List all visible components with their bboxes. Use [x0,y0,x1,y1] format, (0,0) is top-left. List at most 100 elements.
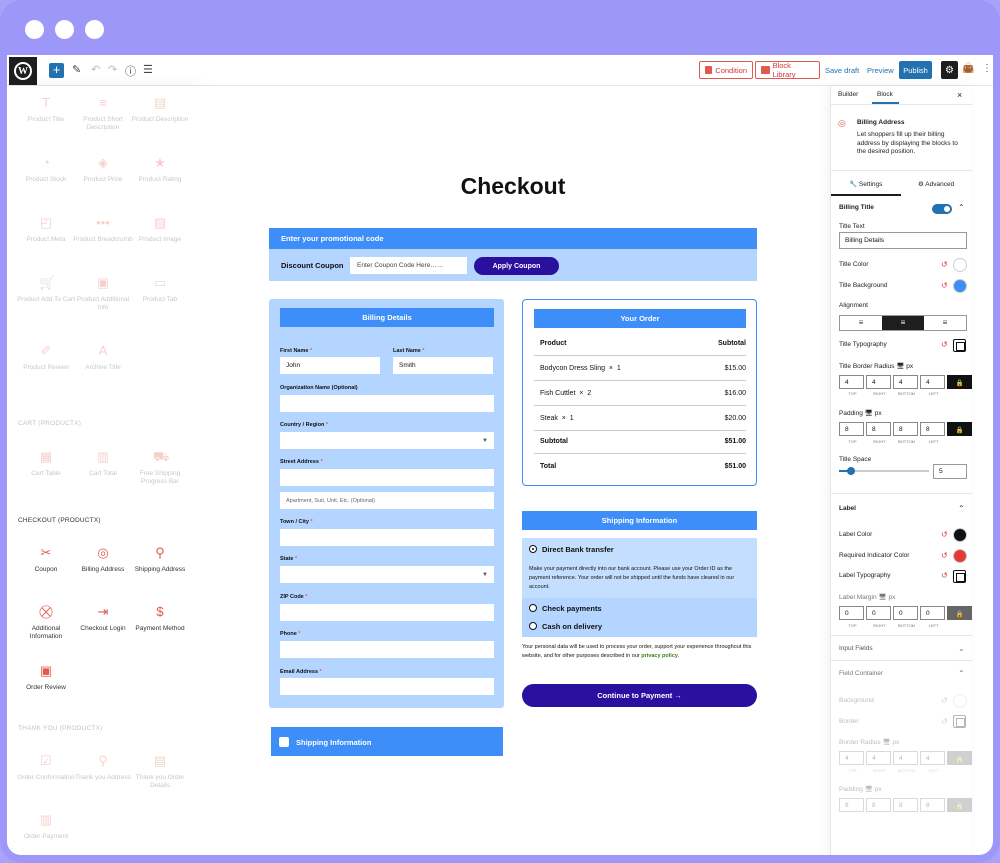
cash-on-delivery-label[interactable]: Cash on delivery [542,622,602,631]
padding-left-input[interactable]: 8 [920,422,945,436]
chevron-up-icon[interactable]: ⌃ [958,504,965,513]
block-product-review[interactable]: ✐ Product Review [16,344,76,372]
p2-right-input[interactable]: 8 [866,798,891,812]
window-dot[interactable] [85,20,104,39]
publish-button[interactable]: Publish [899,61,932,79]
radius-right-input[interactable]: 4 [866,375,891,389]
zip-field[interactable] [280,604,494,621]
title-space-input[interactable]: 5 [933,464,967,479]
br-right-input[interactable]: 4 [866,751,891,765]
block-thank-you-order-details[interactable]: ▤ Thank you Order Details [130,754,190,790]
tab-builder[interactable]: Builder [838,91,858,98]
block-product-meta[interactable]: ◰ Product Meta [16,216,76,244]
radius-bottom-input[interactable]: 4 [893,375,918,389]
block-order-payment[interactable]: ▥ Order Payment [16,813,76,841]
block-product-title[interactable]: T Product Title [16,96,76,124]
reset-icon[interactable]: ↺ [941,717,948,726]
country-select[interactable]: ▼ [280,432,494,449]
reset-icon[interactable]: ↺ [941,281,948,290]
align-right-icon[interactable]: ≡ [924,316,966,330]
title-background-swatch[interactable] [953,279,967,293]
lock-icon[interactable]: 🔒 [947,798,972,812]
block-library-button[interactable]: Block Library [755,61,820,79]
redo-icon[interactable]: ↷ [108,63,117,76]
block-shipping-address[interactable]: ⚲ Shipping Address [130,546,190,574]
close-icon[interactable]: × [957,90,962,100]
br-bottom-input[interactable]: 4 [893,751,918,765]
page-title[interactable]: Checkout [269,173,757,200]
cash-on-delivery-radio[interactable] [529,622,537,630]
check-payments-radio[interactable] [529,604,537,612]
condition-button[interactable]: Condition [699,61,753,79]
input-fields-section[interactable]: Input Fields [839,645,873,652]
org-name-field[interactable] [280,395,494,412]
block-product-rating[interactable]: ★ Product Rating [130,156,190,184]
block-cart-total[interactable]: ▥ Cart Total [73,450,133,478]
block-thank-you-address[interactable]: ⚲ Thank you Address [73,754,133,782]
block-product-add-to-cart[interactable]: 🛒 Product Add To Cart [16,276,76,304]
chevron-down-icon[interactable]: ⌄ [958,644,965,653]
block-order-review[interactable]: ▣ Order Review [16,664,76,692]
coupon-input[interactable]: Enter Coupon Code Here…… [350,257,467,274]
window-dot[interactable] [25,20,44,39]
check-payments-label[interactable]: Check payments [542,604,602,613]
block-payment-method[interactable]: $ Payment Method [130,605,190,633]
lock-icon[interactable]: 🔒 [947,751,972,765]
more-options-icon[interactable]: ⋮ [982,63,992,74]
field-container-section[interactable]: Field Container [839,670,883,677]
lock-icon[interactable]: 🔒 [947,422,972,436]
tab-block[interactable]: Block [877,91,893,98]
chevron-up-icon[interactable]: ⌃ [958,669,965,678]
privacy-policy-link[interactable]: privacy policy [641,653,678,659]
radius-left-input[interactable]: 4 [920,375,945,389]
block-cart-table[interactable]: ▦ Cart Table [16,450,76,478]
label-color-swatch[interactable] [953,528,967,542]
block-product-additional-info[interactable]: ▣ Product Additional Info [73,276,133,312]
bank-transfer-label[interactable]: Direct Bank transfer [542,545,614,554]
block-product-tab[interactable]: ▭ Product Tab [130,276,190,304]
town-field[interactable] [280,529,494,546]
street-field[interactable] [280,469,494,486]
wordpress-logo-icon[interactable]: W [9,57,37,85]
p2-left-input[interactable]: 8 [920,798,945,812]
reset-icon[interactable]: ↺ [941,260,948,269]
padding-top-input[interactable]: 8 [839,422,864,436]
radius-top-input[interactable]: 4 [839,375,864,389]
p2-bottom-input[interactable]: 8 [893,798,918,812]
block-product-price[interactable]: ◈ Product Price [73,156,133,184]
reset-icon[interactable]: ↺ [941,551,948,560]
add-block-button[interactable]: + [49,63,64,78]
shipping-checkbox[interactable] [279,737,289,747]
block-coupon[interactable]: ✂ Coupon [16,546,76,574]
block-product-image[interactable]: ▨ Product Image [130,216,190,244]
typography-settings-icon[interactable] [953,339,966,352]
continue-to-payment-button[interactable]: Continue to Payment → [522,684,757,707]
p2-top-input[interactable]: 8 [839,798,864,812]
br-left-input[interactable]: 4 [920,751,945,765]
list-view-icon[interactable]: ☰ [143,63,153,76]
border-settings-icon[interactable] [953,715,966,728]
align-left-icon[interactable]: ≡ [840,316,882,330]
padding-bottom-input[interactable]: 8 [893,422,918,436]
shipping-information-toggle[interactable]: Shipping Information [271,727,503,756]
reset-icon[interactable]: ↺ [941,530,948,539]
padding-right-input[interactable]: 8 [866,422,891,436]
save-draft-button[interactable]: Save draft [825,66,859,75]
title-color-swatch[interactable] [953,258,967,272]
reset-icon[interactable]: ↺ [941,696,948,705]
margin-top-input[interactable]: 0 [839,606,864,620]
billing-title-toggle[interactable] [932,204,952,214]
block-product-stock[interactable]: ◔ Product Stock [16,156,76,184]
background-swatch[interactable] [953,694,967,708]
phone-field[interactable] [280,641,494,658]
undo-icon[interactable]: ↶ [91,63,100,76]
title-space-slider[interactable] [839,467,929,475]
align-center-icon[interactable]: ≡ [882,316,924,330]
settings-gear-icon[interactable]: ⚙ [941,61,958,79]
margin-bottom-input[interactable]: 0 [893,606,918,620]
block-order-conformation[interactable]: ☑ Order Conformation [16,754,76,782]
title-text-input[interactable]: Billing Details [839,232,967,249]
block-archive-title[interactable]: A Archive Title [73,344,133,372]
state-select[interactable]: ▼ [280,566,494,583]
block-additional-information[interactable]: ⛒ Additional Information [16,605,76,641]
